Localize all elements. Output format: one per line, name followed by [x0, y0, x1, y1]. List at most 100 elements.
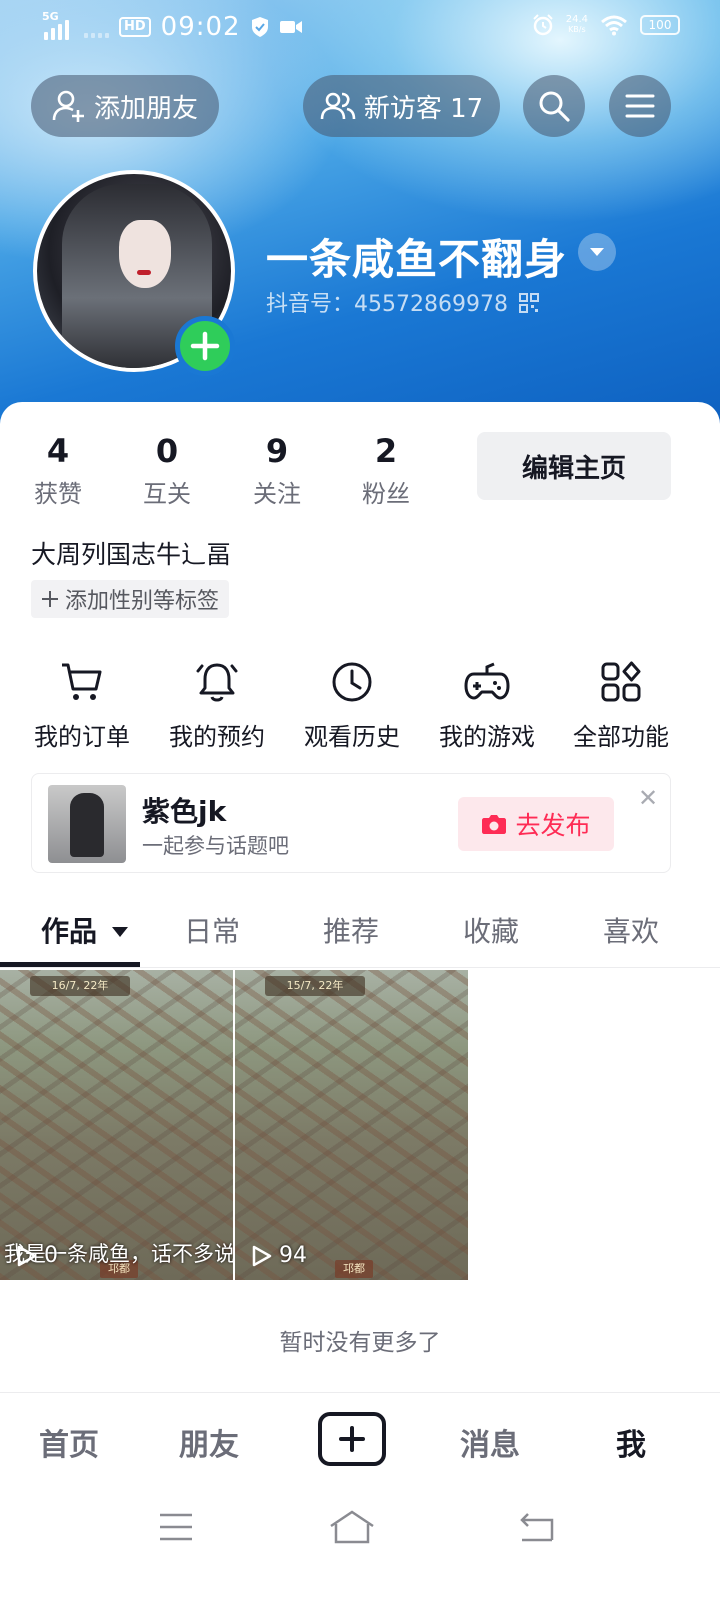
video-game-hud: 15/7, 22年: [265, 976, 365, 996]
wifi-icon: [601, 15, 627, 36]
tab-works[interactable]: 作品: [41, 910, 129, 950]
create-button[interactable]: [318, 1412, 386, 1466]
play-count-value: 94: [279, 1243, 307, 1268]
cellular-signal-icon: 5G: [42, 10, 74, 40]
add-friend-button[interactable]: 添加朋友: [31, 75, 219, 137]
watch-history-button[interactable]: 观看历史: [287, 655, 417, 752]
edit-profile-button[interactable]: 编辑主页: [477, 432, 671, 500]
nav-friends[interactable]: 朋友: [179, 1420, 239, 1464]
new-visitors-label: 新访客 17: [363, 93, 484, 124]
bottom-navigation: 首页 朋友 消息 我: [0, 1392, 720, 1490]
nav-home[interactable]: 首页: [39, 1420, 99, 1464]
stat-label: 互关: [143, 480, 191, 508]
function-label: 我的游戏: [439, 723, 535, 751]
qr-code-icon: [518, 293, 539, 313]
gamepad-icon: [464, 662, 510, 700]
home-icon[interactable]: [329, 1510, 375, 1544]
tab-recommended[interactable]: 推荐: [323, 910, 379, 950]
stat-value: 9: [265, 432, 289, 470]
douyin-id-text: 抖音号：45572869978: [266, 292, 508, 317]
topic-title: 紫色jk: [142, 795, 227, 828]
battery-icon: 100: [640, 15, 680, 35]
video-play-count: 94: [249, 1243, 307, 1268]
new-visitors-button[interactable]: 新访客 17: [303, 75, 500, 137]
back-icon[interactable]: [518, 1512, 554, 1542]
video-game-hud: 16/7, 22年: [30, 976, 130, 996]
video-camera-icon: [279, 21, 302, 33]
bell-icon: [196, 663, 238, 702]
plus-icon: [339, 1426, 365, 1452]
add-tag-button[interactable]: 添加性别等标签: [31, 580, 230, 618]
add-tag-label: 添加性别等标签: [65, 589, 220, 614]
my-orders-button[interactable]: 我的订单: [17, 655, 147, 752]
system-navigation-bar: [0, 1490, 720, 1605]
stat-label: 粉丝: [362, 480, 410, 508]
tab-daily[interactable]: 日常: [184, 910, 240, 950]
nav-messages[interactable]: 消息: [460, 1420, 520, 1464]
stat-likes[interactable]: 4 获赞: [18, 432, 98, 509]
status-bar: 5G HD 09:02 24.4 KB/s 100: [0, 0, 720, 56]
nav-me[interactable]: 我: [616, 1420, 646, 1464]
secondary-signal-icon: [84, 16, 109, 38]
douyin-id[interactable]: 抖音号：45572869978: [266, 286, 539, 318]
hd-badge: HD: [119, 17, 151, 37]
play-icon: [252, 1245, 272, 1266]
video-thumbnail[interactable]: 15/7, 22年 邛都 94: [235, 970, 468, 1280]
stat-value: 0: [155, 432, 179, 470]
tab-likes[interactable]: 喜欢: [603, 910, 659, 950]
profile-page: 5G HD 09:02 24.4 KB/s 100 添加朋友 新访客 17 一条…: [0, 0, 720, 1605]
function-label: 观看历史: [304, 723, 400, 751]
no-more-text: 暂时没有更多了: [279, 1330, 441, 1356]
publish-label: 去发布: [515, 811, 591, 840]
profile-name[interactable]: 一条咸鱼不翻身: [266, 226, 567, 287]
menu-button[interactable]: [609, 75, 671, 137]
video-place-label: 邛都: [335, 1260, 373, 1278]
publish-button[interactable]: 去发布: [458, 797, 614, 851]
bio-text[interactable]: 大周列国志牛辶畐: [31, 535, 231, 571]
tab-favorites[interactable]: 收藏: [463, 910, 519, 950]
visitors-icon: [320, 92, 356, 120]
stat-mutual[interactable]: 0 互关: [127, 432, 207, 509]
add-user-icon: [52, 90, 84, 122]
tab-label: 作品: [41, 915, 98, 948]
status-time: 09:02: [160, 12, 241, 42]
caret-down-icon: [111, 927, 128, 937]
all-functions-button[interactable]: 全部功能: [556, 655, 686, 752]
play-count-value: 0: [44, 1243, 58, 1268]
topic-promo-card[interactable]: 紫色jk 一起参与话题吧 去发布 ✕: [31, 773, 671, 873]
cart-icon: [62, 663, 102, 700]
grid-icon: [601, 661, 641, 702]
alarm-icon: [533, 14, 553, 36]
account-switch-button[interactable]: [578, 233, 616, 271]
network-speed: 24.4 KB/s: [565, 14, 588, 35]
stat-label: 关注: [253, 480, 301, 508]
video-thumbnail[interactable]: 16/7, 22年 邛都 我是一条咸鱼，话不多说， 0: [0, 970, 233, 1280]
function-label: 全部功能: [573, 723, 669, 751]
my-games-button[interactable]: 我的游戏: [422, 655, 552, 752]
clock-icon: [332, 662, 372, 702]
shield-check-icon: [251, 17, 268, 37]
caret-down-icon: [590, 248, 604, 256]
add-friend-label: 添加朋友: [93, 93, 198, 124]
topic-subtitle: 一起参与话题吧: [142, 834, 289, 858]
stat-followers[interactable]: 2 粉丝: [346, 432, 426, 509]
camera-icon: [482, 815, 507, 834]
close-icon[interactable]: ✕: [638, 784, 658, 812]
search-icon: [539, 91, 570, 122]
tab-divider: [0, 967, 720, 968]
stat-following[interactable]: 9 关注: [237, 432, 317, 509]
my-reservations-button[interactable]: 我的预约: [152, 655, 282, 752]
plus-icon: [42, 591, 58, 607]
video-play-count: 0: [14, 1243, 58, 1268]
topic-thumbnail: [48, 785, 126, 863]
recent-apps-icon[interactable]: [158, 1512, 194, 1542]
hamburger-menu-icon: [625, 94, 655, 118]
play-icon: [17, 1245, 37, 1266]
stat-value: 4: [46, 432, 70, 470]
function-label: 我的订单: [34, 723, 130, 751]
search-button[interactable]: [523, 75, 585, 137]
add-avatar-story-button[interactable]: [175, 316, 235, 376]
plus-icon: [190, 331, 220, 361]
stat-value: 2: [374, 432, 398, 470]
function-label: 我的预约: [169, 723, 265, 751]
